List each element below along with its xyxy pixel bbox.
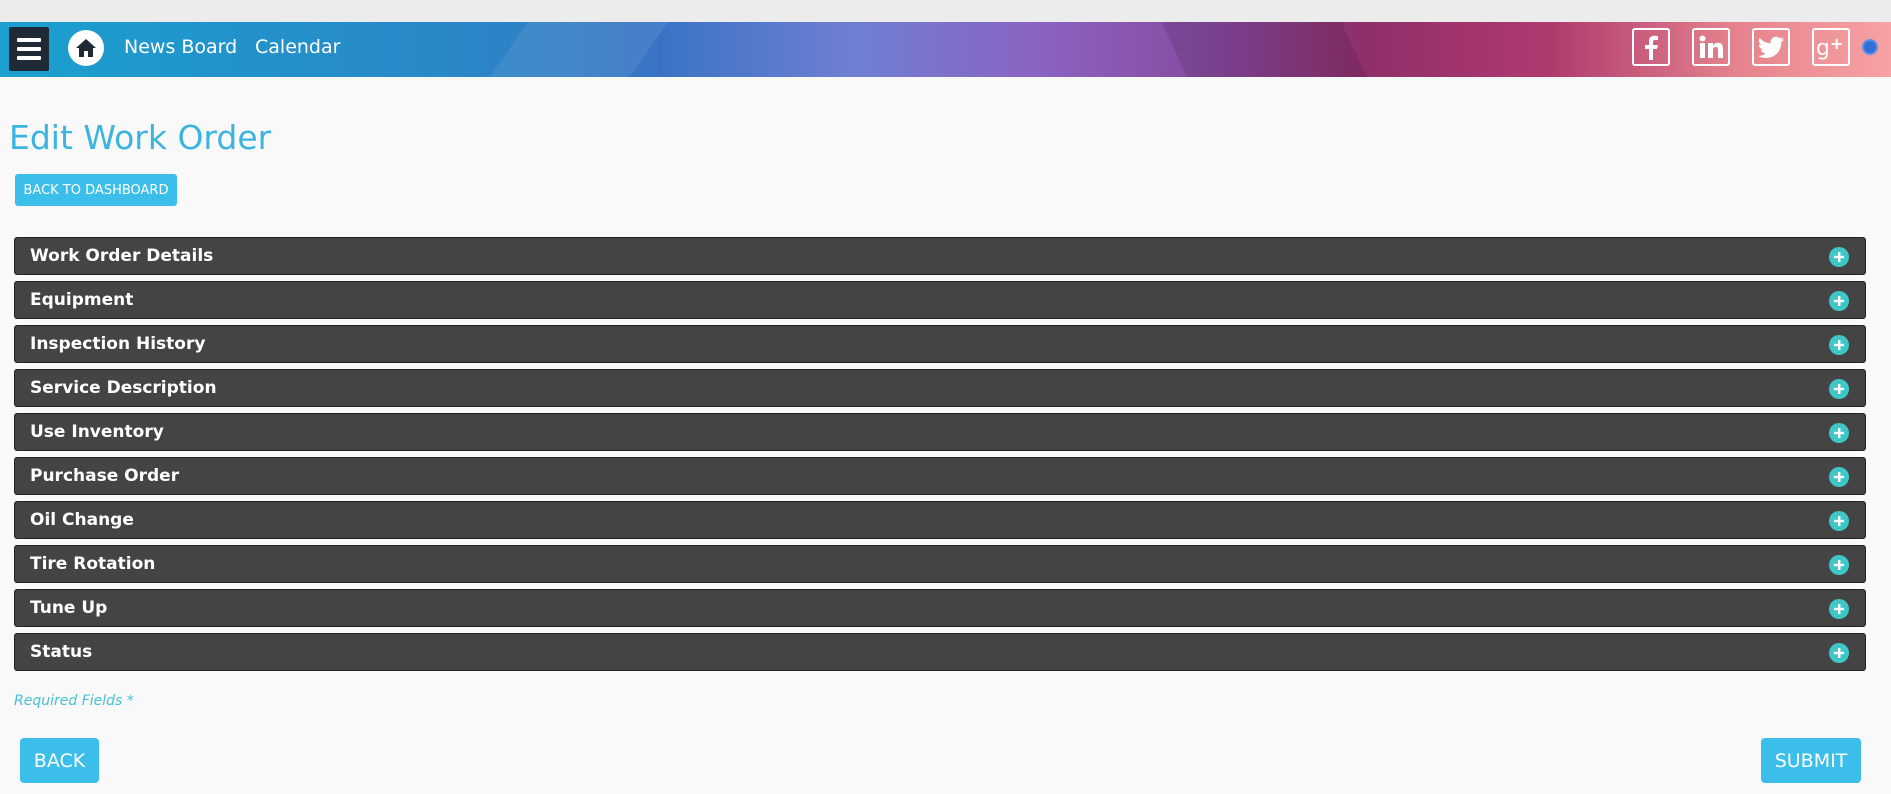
section-oil-change[interactable]: Oil Change: [14, 501, 1866, 539]
header-decoration: [457, 22, 683, 77]
header-decoration: [1156, 22, 1384, 77]
svg-text:+: +: [1830, 34, 1843, 53]
section-label: Equipment: [30, 290, 134, 310]
expand-plus-icon[interactable]: [1829, 643, 1849, 663]
svg-text:g: g: [1816, 36, 1830, 60]
section-purchase-order[interactable]: Purchase Order: [14, 457, 1866, 495]
section-label: Work Order Details: [30, 246, 214, 266]
browser-top-strip: [0, 0, 1891, 22]
section-label: Tune Up: [30, 598, 108, 618]
section-work-order-details[interactable]: Work Order Details: [14, 237, 1866, 275]
hamburger-icon: [17, 56, 41, 60]
facebook-icon[interactable]: [1632, 28, 1670, 66]
section-label: Service Description: [30, 378, 217, 398]
submit-button[interactable]: SUBMIT: [1761, 738, 1861, 783]
section-equipment[interactable]: Equipment: [14, 281, 1866, 319]
top-navbar: News Board Calendar g +: [0, 22, 1891, 77]
section-label: Inspection History: [30, 334, 206, 354]
hamburger-icon: [17, 38, 41, 42]
section-tune-up[interactable]: Tune Up: [14, 589, 1866, 627]
back-button[interactable]: BACK: [20, 738, 99, 783]
section-label: Status: [30, 642, 93, 662]
accordion-sections: Work Order Details Equipment Inspection …: [14, 237, 1866, 677]
expand-plus-icon[interactable]: [1829, 555, 1849, 575]
page-title: Edit Work Order: [9, 118, 272, 157]
section-service-description[interactable]: Service Description: [14, 369, 1866, 407]
hamburger-menu-button[interactable]: [9, 27, 49, 71]
nav-link-calendar[interactable]: Calendar: [255, 36, 340, 58]
linkedin-icon[interactable]: [1692, 28, 1730, 66]
twitter-icon[interactable]: [1752, 28, 1790, 66]
required-fields-note: Required Fields *: [14, 693, 134, 709]
section-label: Use Inventory: [30, 422, 164, 442]
hamburger-icon: [17, 47, 41, 51]
section-inspection-history[interactable]: Inspection History: [14, 325, 1866, 363]
back-to-dashboard-button[interactable]: BACK TO DASHBOARD: [15, 174, 177, 206]
section-label: Oil Change: [30, 510, 134, 530]
section-tire-rotation[interactable]: Tire Rotation: [14, 545, 1866, 583]
expand-plus-icon[interactable]: [1829, 291, 1849, 311]
expand-plus-icon[interactable]: [1829, 467, 1849, 487]
expand-plus-icon[interactable]: [1829, 511, 1849, 531]
section-status[interactable]: Status: [14, 633, 1866, 671]
nav-link-news-board[interactable]: News Board: [124, 36, 237, 58]
section-label: Purchase Order: [30, 466, 180, 486]
home-button[interactable]: [68, 30, 104, 66]
google-plus-icon[interactable]: g +: [1812, 28, 1850, 66]
expand-plus-icon[interactable]: [1829, 379, 1849, 399]
section-label: Tire Rotation: [30, 554, 156, 574]
expand-plus-icon[interactable]: [1829, 335, 1849, 355]
section-use-inventory[interactable]: Use Inventory: [14, 413, 1866, 451]
expand-plus-icon[interactable]: [1829, 599, 1849, 619]
expand-plus-icon[interactable]: [1829, 423, 1849, 443]
status-indicator: [1862, 39, 1878, 55]
home-icon: [76, 39, 96, 57]
expand-plus-icon[interactable]: [1829, 247, 1849, 267]
